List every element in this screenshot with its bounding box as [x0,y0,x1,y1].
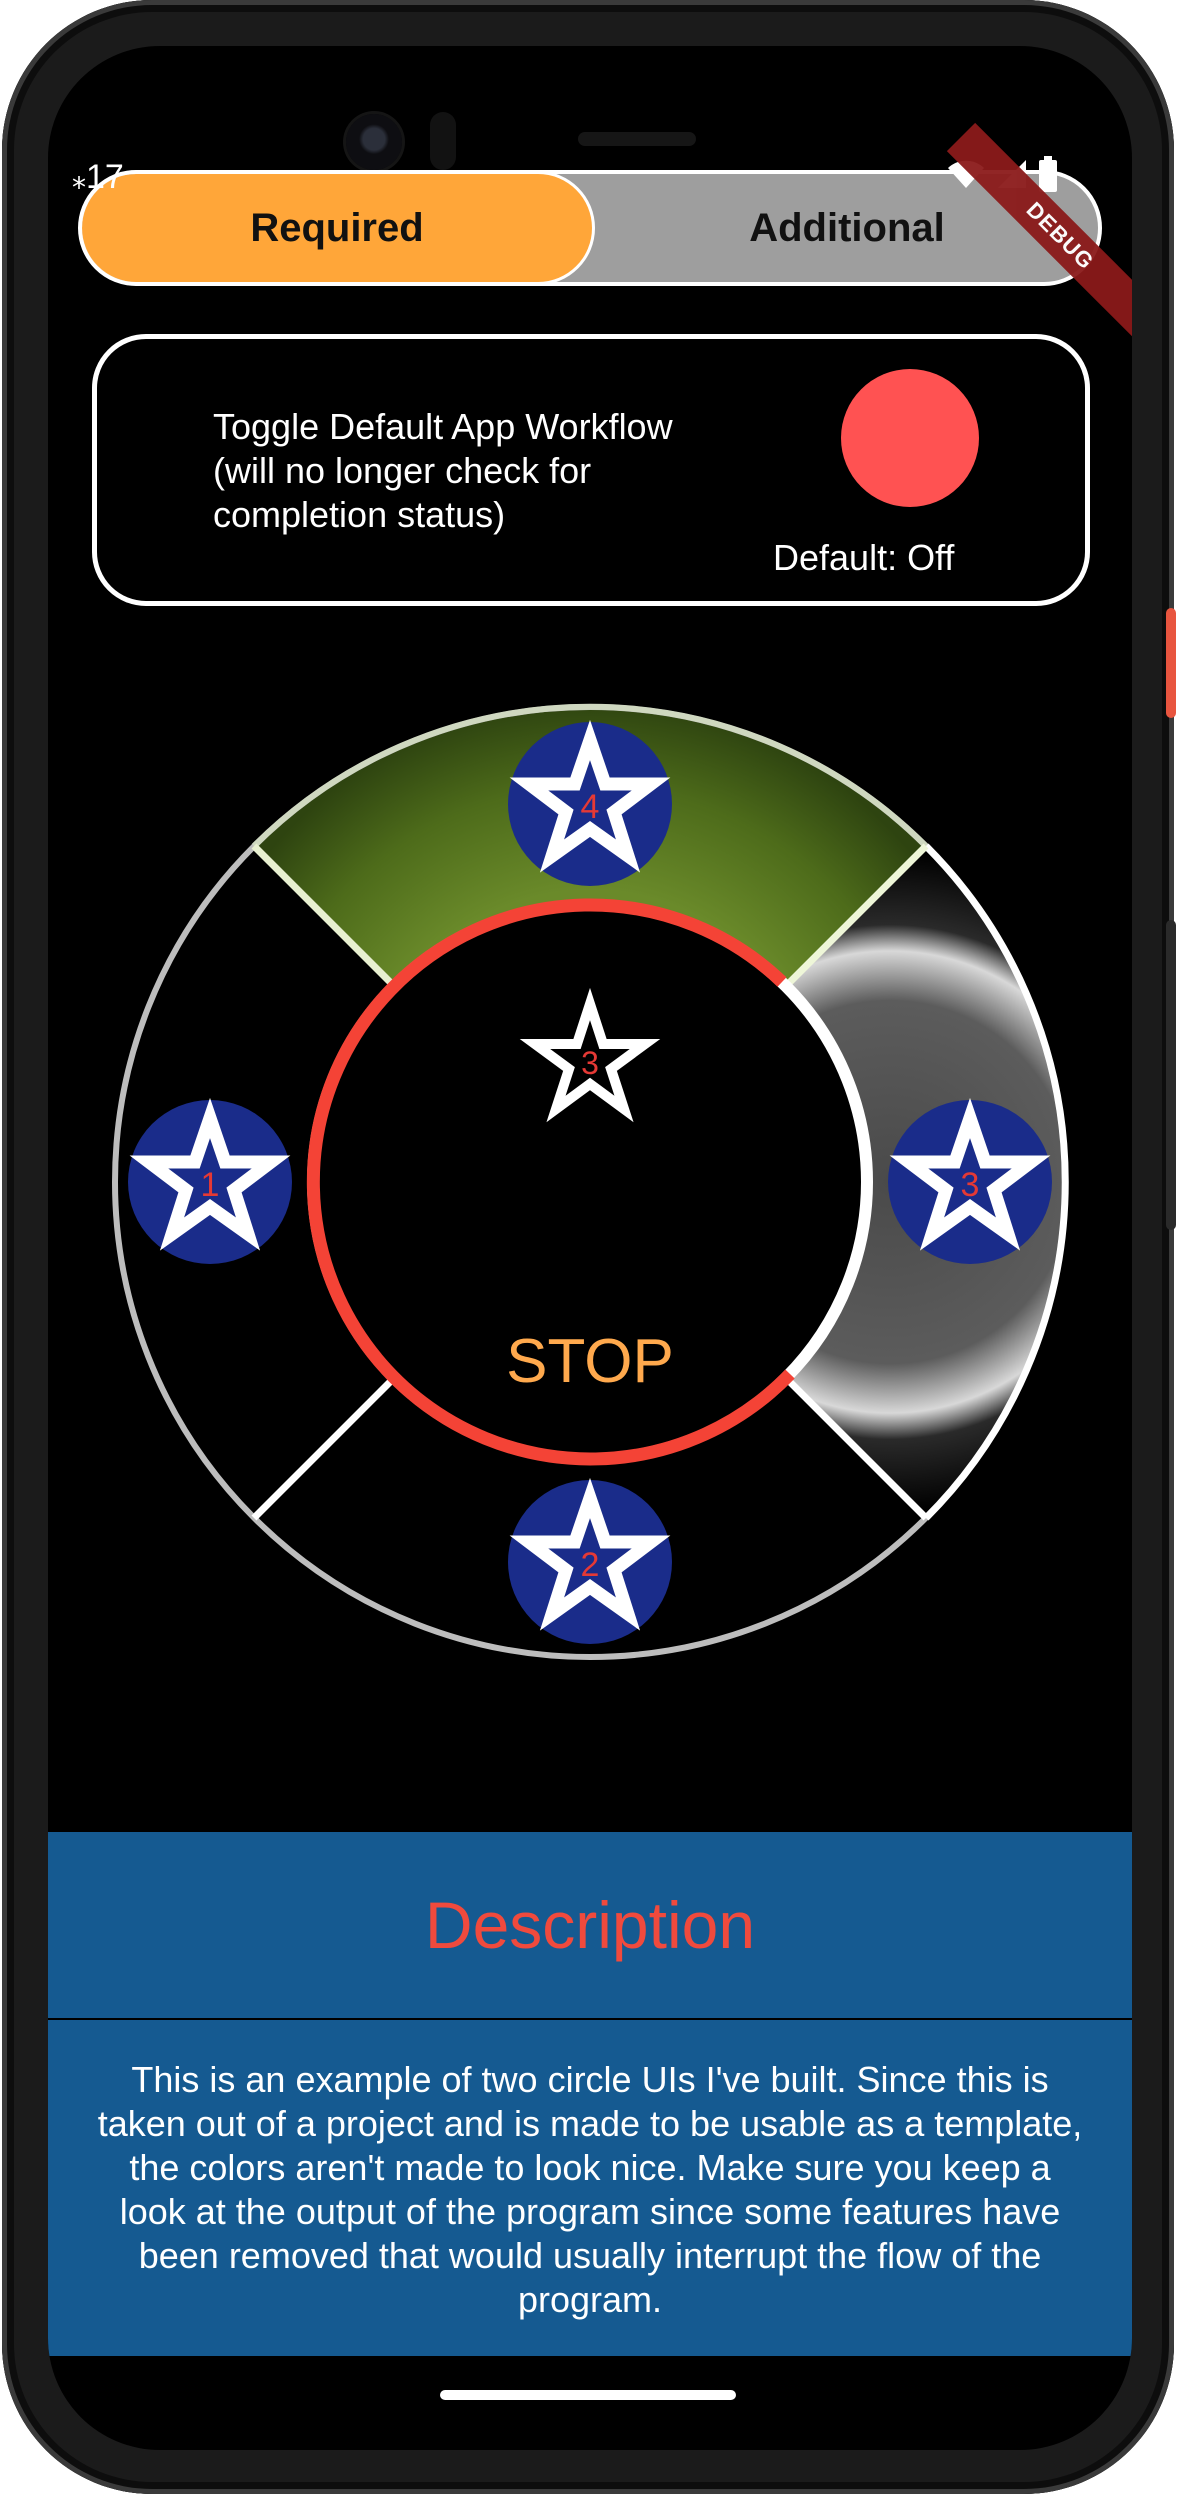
star-number-top: 4 [581,788,600,826]
home-indicator[interactable] [440,2390,736,2400]
star-badge-top[interactable]: 4 [508,719,672,886]
status-bar: ⁎17 [48,46,1132,196]
star-badge-left[interactable]: 1 [128,1097,292,1264]
description-body: This is an example of two circle UIs I'v… [48,2020,1132,2356]
center-star-number: 3 [581,1045,599,1081]
circle-wheel: 4 1 3 2 3 STOP [112,703,1069,1660]
volume-button [1166,920,1176,1230]
silent-icon: ⁎ [72,163,86,194]
description-title: Description [424,1888,756,1962]
power-button [1166,608,1176,718]
star-number-left: 1 [201,1166,220,1204]
status-time-text: 17 [86,158,124,196]
stop-label[interactable]: STOP [506,1327,674,1396]
star-number-bottom: 2 [581,1546,600,1584]
default-status-label: Default: Off [773,537,955,578]
description-header: Description [48,1832,1132,2018]
tab-required[interactable]: Required [82,174,592,282]
star-number-right: 3 [961,1166,980,1204]
phone-frame: Required Additional ⁎17 DEBUG Toggle Def… [2,0,1176,2494]
tab-required-label: Required [250,205,424,250]
battery-icon [1039,156,1057,192]
workflow-toggle-card: Toggle Default App Workflow (will no lon… [92,334,1090,606]
star-badge-right[interactable]: 3 [888,1097,1052,1264]
tab-additional-label: Additional [749,205,945,250]
status-time: ⁎17 [72,158,124,197]
star-badge-bottom[interactable]: 2 [508,1477,672,1644]
workflow-toggle-button[interactable] [841,369,979,507]
screen: Required Additional ⁎17 DEBUG Toggle Def… [48,46,1132,2450]
workflow-toggle-description: Toggle Default App Workflow (will no lon… [213,406,673,535]
